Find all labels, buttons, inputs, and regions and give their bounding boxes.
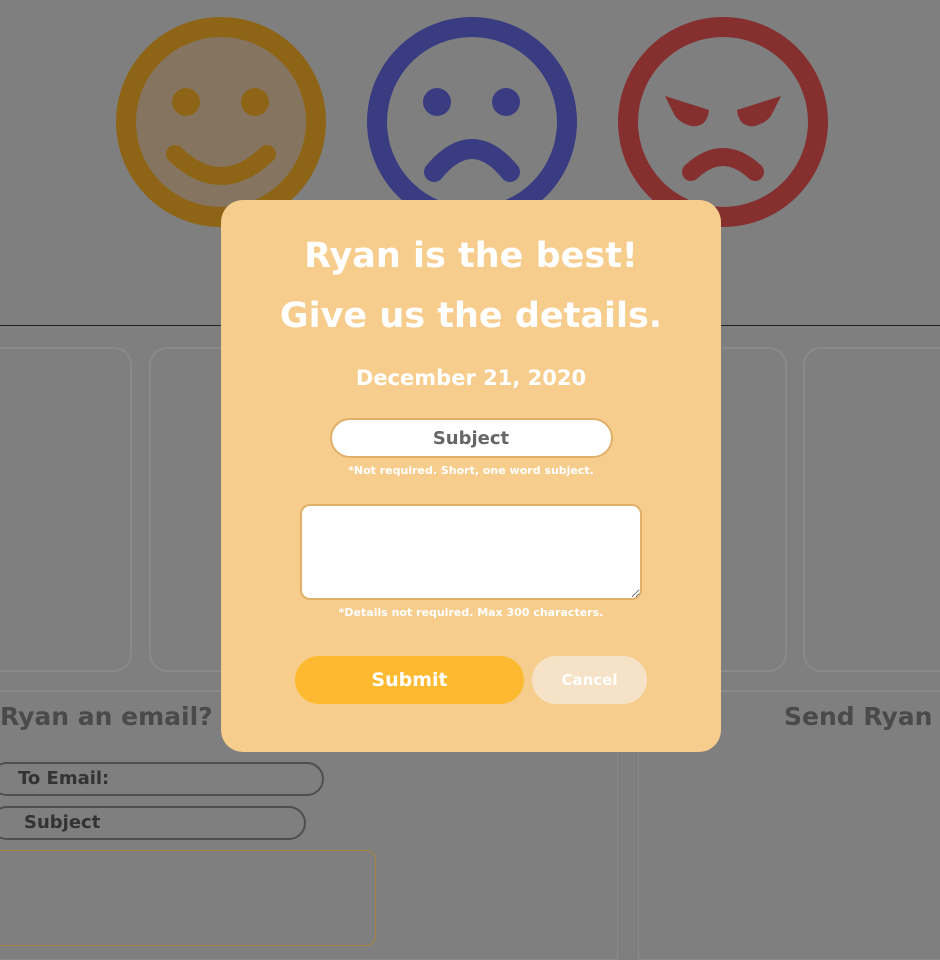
feedback-modal: Ryan is the best! Give us the details. D…	[221, 200, 721, 752]
right-panel-heading: Send Ryan lo	[784, 702, 940, 731]
details-textarea[interactable]	[300, 504, 642, 600]
subject-hint: *Not required. Short, one word subject.	[348, 464, 594, 477]
details-hint: *Details not required. Max 300 character…	[338, 606, 604, 619]
submit-button[interactable]: Submit	[295, 656, 524, 704]
sad-face-icon[interactable]	[366, 16, 578, 228]
email-body-field[interactable]	[0, 850, 376, 946]
modal-title: Ryan is the best! Give us the details.	[279, 236, 663, 336]
subject-input[interactable]	[329, 418, 613, 458]
email-subject-field[interactable]: Subject	[0, 806, 306, 840]
modal-date: December 21, 2020	[355, 366, 587, 390]
angry-face-icon[interactable]	[617, 16, 829, 228]
to-email-field[interactable]: To Email:	[0, 762, 324, 796]
email-panel-heading: Ryan an email?	[0, 702, 213, 731]
card	[0, 347, 132, 672]
card	[803, 347, 940, 672]
happy-face-icon[interactable]	[115, 16, 327, 228]
cancel-button[interactable]: Cancel	[532, 656, 647, 704]
